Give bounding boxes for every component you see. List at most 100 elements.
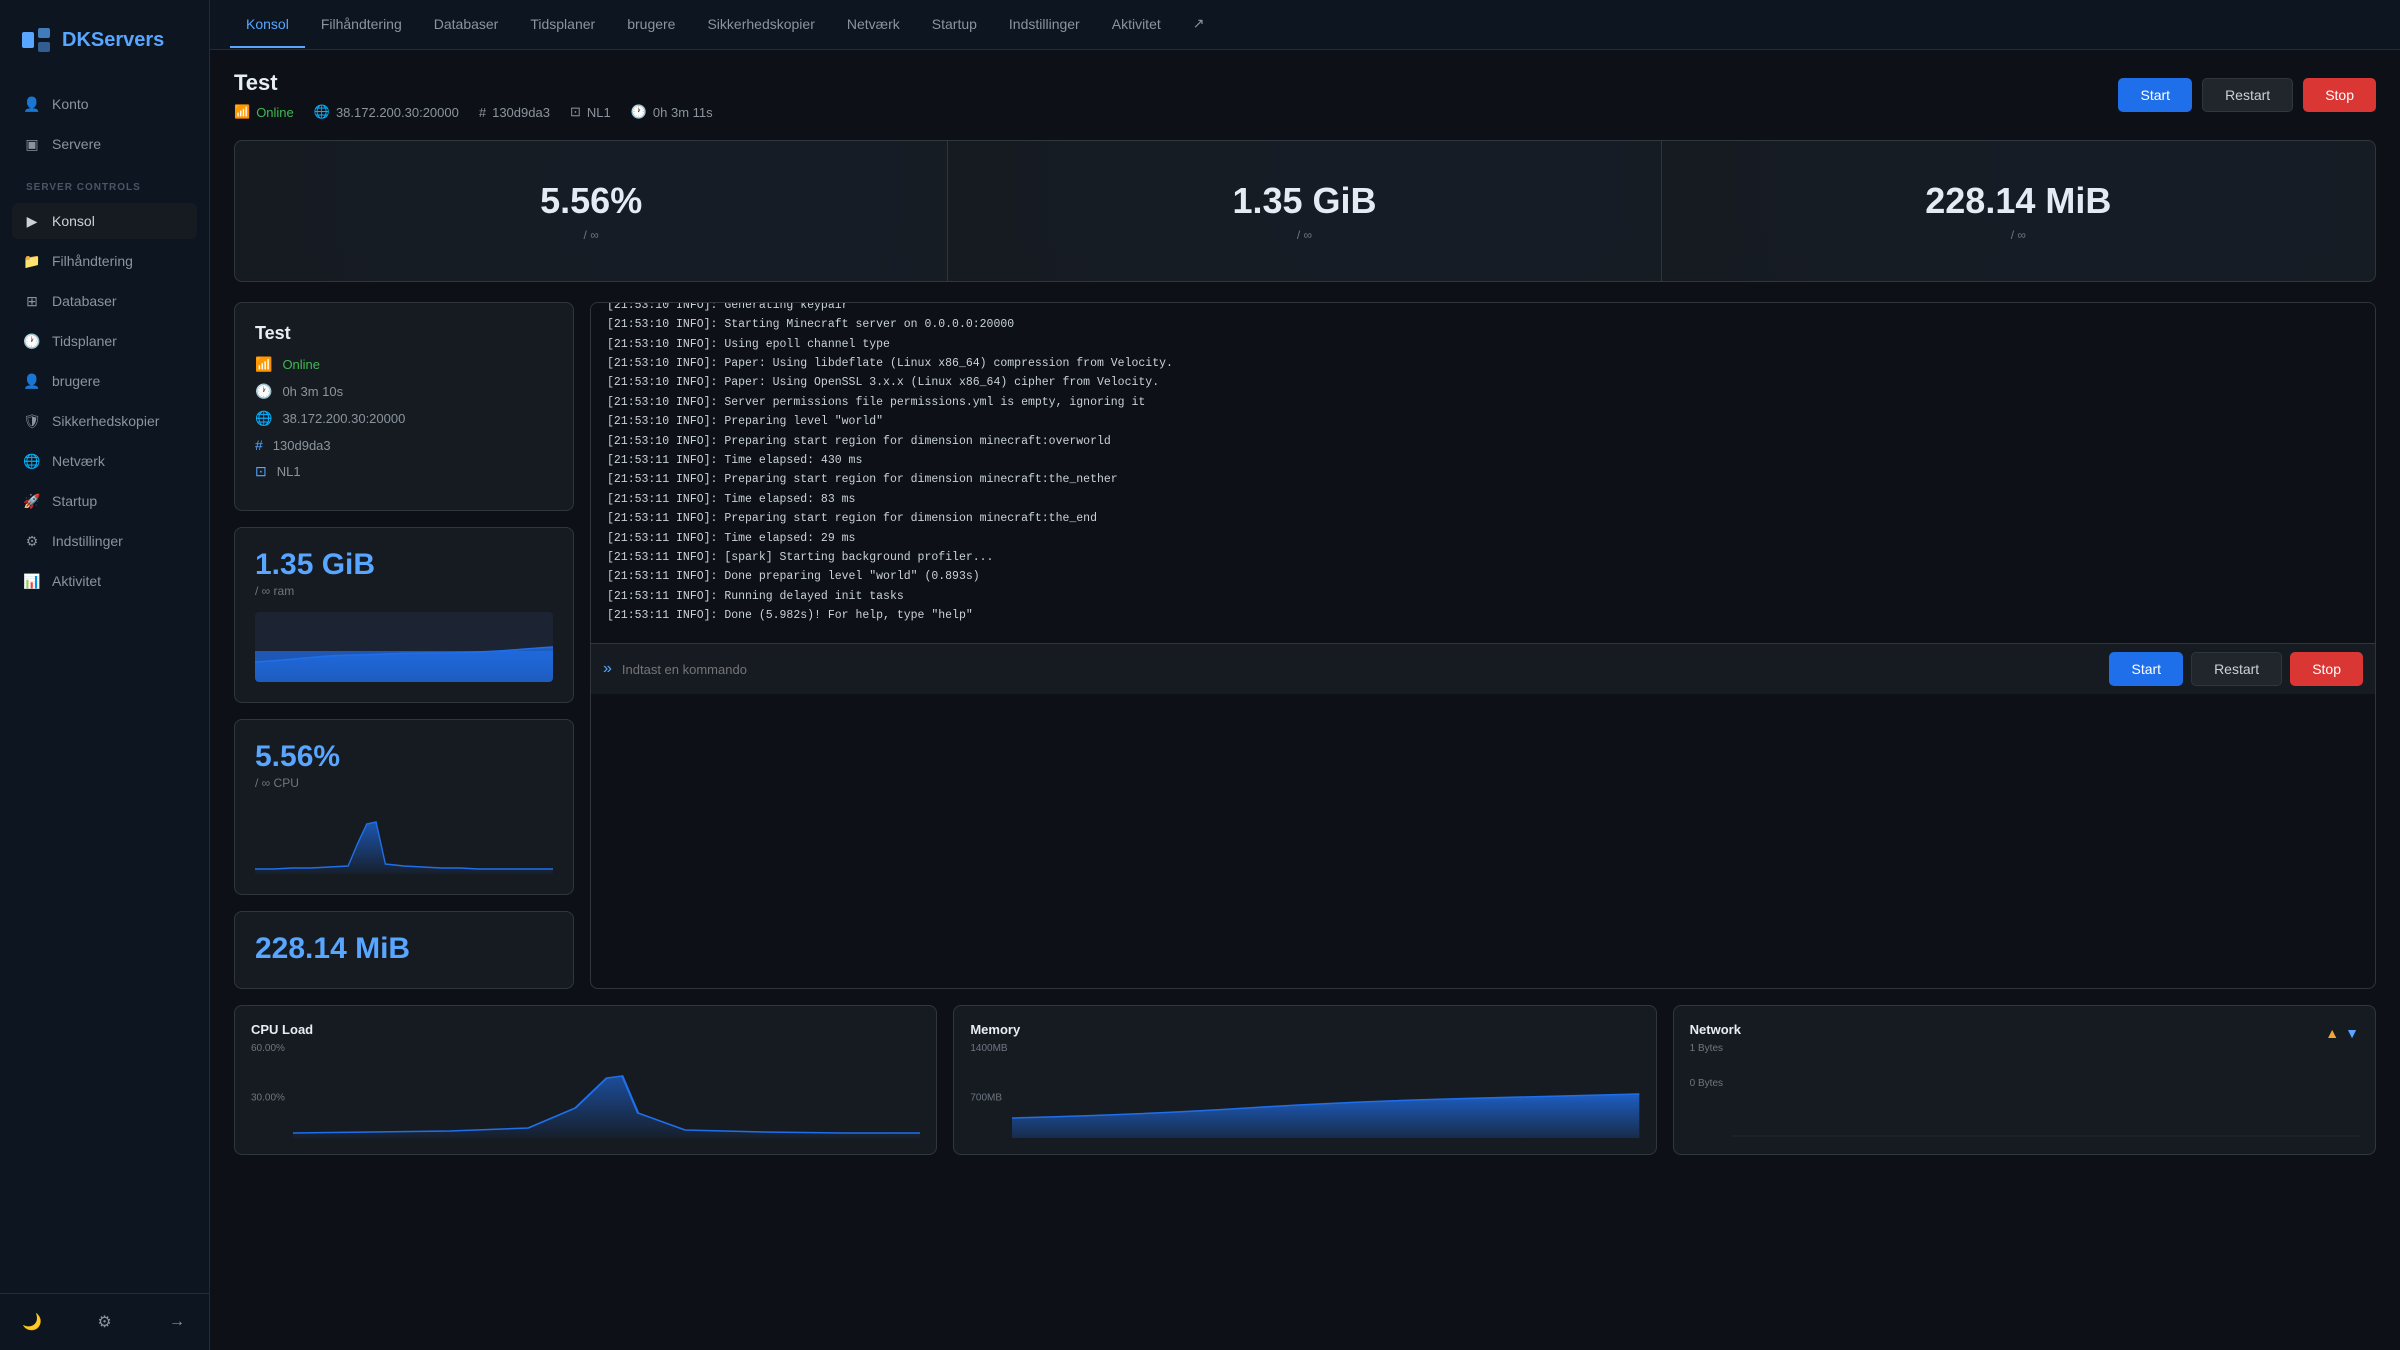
console-start-button[interactable]: Start [2109,652,2183,686]
memory-chart: 700MB [970,1058,1639,1138]
console-btn-group: Start Restart Stop [2109,652,2363,686]
info-clock-icon: 🕐 [255,383,272,400]
sidebar-item-brugere[interactable]: 👤 brugere [12,363,197,399]
sidebar-item-servere[interactable]: ▣ Servere [12,126,197,162]
ram-bar-fill [255,651,553,683]
status-label: Online [256,105,294,120]
stat-cpu: 5.56% / ∞ [235,141,948,281]
sidebar-item-netvaerk-label: Netværk [52,453,105,469]
tab-brugere[interactable]: brugere [611,2,691,48]
tab-tidsplaner[interactable]: Tidsplaner [514,2,611,48]
theme-toggle-button[interactable]: 🌙 [20,1310,44,1334]
tab-filhaandtering[interactable]: Filhåndtering [305,2,418,48]
sidebar-item-netvaerk[interactable]: 🌐 Netværk [12,443,197,479]
memory-scale-mid: 700MB [970,1093,1002,1104]
sidebar-item-databaser[interactable]: ⊞ Databaser [12,283,197,319]
logo-text: DKServers [62,29,164,52]
info-region-label: NL1 [277,464,301,479]
info-globe-icon: 🌐 [255,410,272,427]
memory-card: Memory 1400MB 700MB [953,1005,1656,1155]
server-id: # 130d9da3 [479,105,550,120]
info-ip-row: 🌐 38.172.200.30:20000 [255,410,553,427]
console-line: [21:53:11 INFO]: Preparing start region … [607,510,2359,528]
sidebar-item-sikkerhedskopier[interactable]: 🛡 Sikkerhedskopier [12,403,197,439]
sidebar-item-filhaandtering[interactable]: 📁 Filhåndtering [12,243,197,279]
cpu-load-title: CPU Load [251,1022,920,1037]
cpu-label: / ∞ CPU [255,776,553,790]
sidebar-item-filhaandtering-label: Filhåndtering [52,253,133,269]
info-id-label: 130d9da3 [273,438,331,453]
user-icon: 👤 [24,96,40,112]
clock-icon-meta: 🕐 [631,104,647,120]
sidebar-item-konsol[interactable]: ▶ Konsol [12,203,197,239]
console-line: [21:53:10 INFO]: Server permissions file… [607,394,2359,412]
logo: DKServers [0,0,209,86]
tab-sikkerhedskopier[interactable]: Sikkerhedskopier [691,2,830,48]
console-restart-button[interactable]: Restart [2191,652,2282,686]
settings-button[interactable]: ⚙ [93,1310,117,1334]
sidebar-item-servere-label: Servere [52,136,101,152]
metrics-row: CPU Load 60.00% 30.00% [234,1005,2376,1155]
console-line: [21:53:10 INFO]: Generating keypair [607,303,2359,315]
info-ip-label: 38.172.200.30:20000 [282,411,405,426]
console-line: [21:53:11 INFO]: Time elapsed: 29 ms [607,530,2359,548]
network-icon: 🌐 [24,453,40,469]
stat-disk: 228.14 MiB / ∞ [1662,141,2375,281]
tab-indstillinger[interactable]: Indstillinger [993,2,1096,48]
cpu-chart-container [255,804,553,874]
console-line: [21:53:10 INFO]: Preparing start region … [607,433,2359,451]
info-signal-icon: 📶 [255,356,272,373]
console-line: [21:53:11 INFO]: Done preparing level "w… [607,568,2359,586]
network-scale-mid: 0 Bytes [1690,1078,1723,1118]
main-content: Konsol Filhåndtering Databaser Tidsplane… [210,0,2400,1350]
info-uptime-label: 0h 3m 10s [282,384,343,399]
database-icon: ⊞ [24,293,40,309]
sidebar-nav: 👤 Konto ▣ Servere SERVER CONTROLS ▶ Kons… [0,86,209,1293]
tab-konsol[interactable]: Konsol [230,2,305,48]
sidebar-bottom: 🌙 ⚙ → [0,1293,209,1350]
console-input[interactable] [622,662,2100,677]
info-hash-icon: # [255,437,263,453]
console-line: [21:53:10 INFO]: Paper: Using OpenSSL 3.… [607,374,2359,392]
info-region-row: ⊡ NL1 [255,463,553,480]
sidebar-item-indstillinger[interactable]: ⚙ Indstillinger [12,523,197,559]
network-scale-top: 1 Bytes [1690,1043,2359,1054]
tab-databaser[interactable]: Databaser [418,2,515,48]
network-icons: ▲ ▼ [2325,1025,2359,1041]
sidebar-item-tidsplaner[interactable]: 🕐 Tidsplaner [12,323,197,359]
cpu-load-svg [251,1058,920,1138]
backup-icon: 🛡 [24,413,40,429]
sidebar-item-konto[interactable]: 👤 Konto [12,86,197,122]
console-panel: [21:53:09 INFO]: Loaded 1290 recipes[21:… [590,302,2376,989]
info-uptime-row: 🕐 0h 3m 10s [255,383,553,400]
console-stop-button[interactable]: Stop [2290,652,2363,686]
disk-preview-card: 228.14 MiB [234,911,574,989]
stop-button[interactable]: Stop [2303,78,2376,112]
info-region-icon: ⊡ [255,463,267,480]
console-output: [21:53:09 INFO]: Loaded 1290 recipes[21:… [591,303,2375,643]
sidebar-item-aktivitet[interactable]: 📊 Aktivitet [12,563,197,599]
stat-ram: 1.35 GiB / ∞ [948,141,1661,281]
server-uptime: 🕐 0h 3m 11s [631,104,713,120]
tab-startup[interactable]: Startup [916,2,993,48]
logout-button[interactable]: → [165,1310,189,1334]
info-card-server-name: Test [255,323,553,344]
top-nav: Konsol Filhåndtering Databaser Tidsplane… [210,0,2400,50]
sidebar-item-startup-label: Startup [52,493,97,509]
network-card: Network ▲ ▼ 1 Bytes 0 Bytes [1673,1005,2376,1155]
info-status-label: Online [282,357,320,372]
memory-scale-top: 1400MB [970,1043,1639,1054]
restart-button[interactable]: Restart [2202,78,2293,112]
tab-external[interactable]: ↗ [1177,1,1221,48]
info-status-row: 📶 Online [255,356,553,373]
tab-aktivitet[interactable]: Aktivitet [1096,2,1177,48]
network-title: Network [1690,1022,1741,1037]
ram-bar-container [255,612,553,682]
tab-netvaerk[interactable]: Netværk [831,2,916,48]
start-button[interactable]: Start [2118,78,2192,112]
sidebar-item-sikkerhedskopier-label: Sikkerhedskopier [52,413,159,429]
sidebar-item-startup[interactable]: 🚀 Startup [12,483,197,519]
console-line: [21:53:10 INFO]: Preparing level "world" [607,413,2359,431]
cpu-load-scale-mid: 30.00% [251,1093,285,1104]
external-link-icon: ↗ [1193,15,1205,32]
